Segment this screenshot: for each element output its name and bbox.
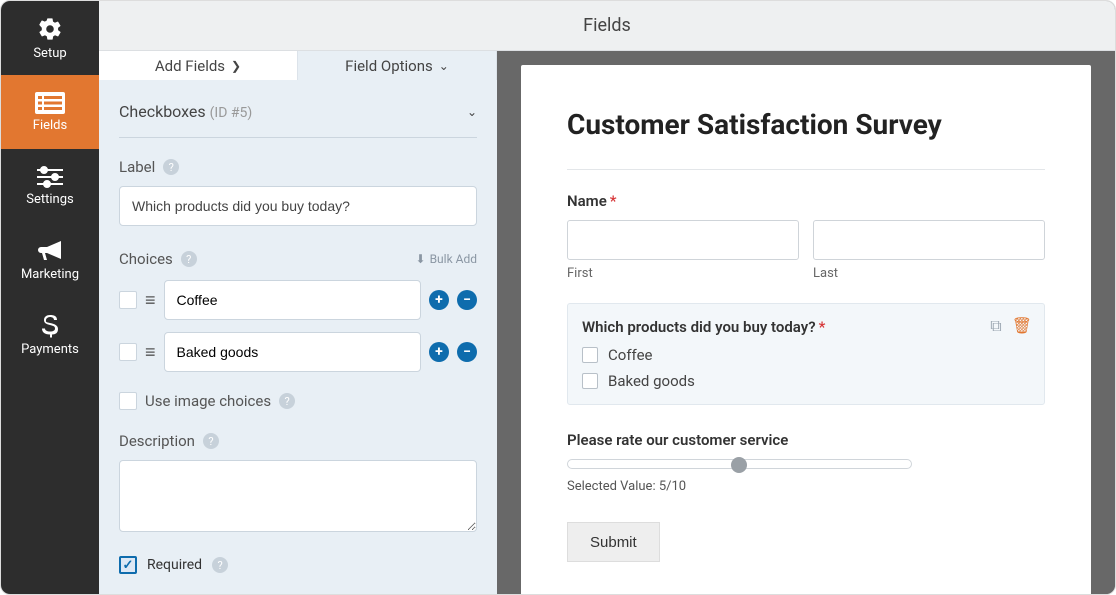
topbar: Fields	[99, 1, 1115, 51]
label-row: Label ?	[119, 158, 477, 176]
sidebar-item-setup[interactable]: Setup	[1, 1, 99, 75]
slider-label: Please rate our customer service	[567, 431, 1045, 449]
list-icon	[35, 92, 65, 114]
label-input[interactable]	[119, 186, 477, 226]
field-options-panel: Add Fields ❯ Field Options ⌄ Checkboxes …	[99, 51, 497, 594]
app-root: Setup Fields Settings Marketing Payments	[0, 0, 1116, 595]
help-icon[interactable]: ?	[163, 159, 179, 175]
option-label: Baked goods	[608, 372, 695, 390]
gear-icon	[37, 16, 63, 42]
name-label: Name*	[567, 192, 1045, 210]
help-icon[interactable]: ?	[181, 251, 197, 267]
add-choice-button[interactable]: +	[429, 290, 449, 310]
remove-choice-button[interactable]: −	[457, 290, 477, 310]
active-field-block[interactable]: ⧉ 🗑 Which products did you buy today?* C…	[567, 303, 1045, 405]
slider-track[interactable]	[567, 459, 912, 469]
last-name-input[interactable]	[813, 220, 1045, 260]
bulk-add-button[interactable]: ⬇ Bulk Add	[416, 252, 478, 266]
checkbox-icon[interactable]	[582, 347, 598, 363]
label-caption: Label	[119, 158, 155, 176]
divider	[119, 137, 477, 138]
choice-default-checkbox[interactable]	[119, 291, 137, 309]
choices-caption: Choices	[119, 250, 173, 268]
checkbox-option[interactable]: Coffee	[582, 346, 1030, 364]
slider-value-text: Selected Value: 5/10	[567, 479, 1045, 494]
tab-field-options[interactable]: Field Options ⌄	[298, 51, 497, 80]
choice-row: ≡ + −	[119, 280, 477, 320]
bulk-add-label: Bulk Add	[430, 252, 477, 266]
sidebar-label: Settings	[26, 192, 73, 207]
sidebar-label: Fields	[33, 118, 67, 133]
first-name-input[interactable]	[567, 220, 799, 260]
field-id: (ID #5)	[210, 105, 253, 121]
choice-row: ≡ + −	[119, 332, 477, 372]
drag-handle-icon[interactable]: ≡	[145, 342, 156, 363]
choices-header: Choices ? ⬇ Bulk Add	[119, 250, 477, 268]
bullhorn-icon	[36, 239, 64, 263]
trash-icon[interactable]: 🗑	[1012, 316, 1032, 336]
required-star: *	[819, 318, 826, 336]
sidebar-label: Payments	[21, 342, 79, 357]
tab-label: Add Fields	[155, 57, 225, 75]
form-title: Customer Satisfaction Survey	[567, 109, 1045, 141]
description-caption: Description	[119, 432, 195, 450]
required-star: *	[610, 192, 617, 210]
image-choices-checkbox[interactable]	[119, 392, 137, 410]
choice-default-checkbox[interactable]	[119, 343, 137, 361]
preview-area: Customer Satisfaction Survey Name* First…	[497, 51, 1115, 594]
checkbox-icon[interactable]	[582, 373, 598, 389]
columns: Add Fields ❯ Field Options ⌄ Checkboxes …	[99, 51, 1115, 594]
required-label: Required	[147, 557, 202, 573]
option-label: Coffee	[608, 346, 652, 364]
last-sublabel: Last	[813, 266, 1045, 281]
drag-handle-icon[interactable]: ≡	[145, 290, 156, 311]
form-preview: Customer Satisfaction Survey Name* First…	[521, 65, 1091, 594]
download-icon: ⬇	[416, 252, 426, 266]
sidebar-label: Setup	[33, 46, 66, 61]
name-fields: First Last	[567, 220, 1045, 281]
tab-label: Field Options	[345, 57, 433, 75]
dollar-icon	[42, 312, 58, 338]
required-checkbox[interactable]	[119, 556, 137, 574]
slider-field: Please rate our customer service Selecte…	[567, 431, 1045, 494]
question-label: Which products did you buy today?*	[582, 318, 1030, 336]
sidebar-item-marketing[interactable]: Marketing	[1, 223, 99, 297]
sliders-icon	[37, 166, 63, 188]
page-title: Fields	[583, 15, 631, 36]
divider	[567, 169, 1045, 170]
field-actions: ⧉ 🗑	[990, 316, 1032, 336]
main-sidebar: Setup Fields Settings Marketing Payments	[1, 1, 99, 594]
main-area: Fields Add Fields ❯ Field Options ⌄	[99, 1, 1115, 594]
duplicate-icon[interactable]: ⧉	[990, 316, 1001, 336]
image-choices-row: Use image choices ?	[119, 392, 477, 410]
required-row: Required ?	[119, 556, 477, 574]
tab-add-fields[interactable]: Add Fields ❯	[99, 51, 298, 80]
chevron-down-icon: ⌄	[467, 105, 477, 119]
chevron-down-icon: ⌄	[439, 59, 449, 73]
slider-thumb[interactable]	[731, 457, 747, 473]
help-icon[interactable]: ?	[279, 393, 295, 409]
remove-choice-button[interactable]: −	[457, 342, 477, 362]
description-textarea[interactable]	[119, 460, 477, 532]
sidebar-item-fields[interactable]: Fields	[1, 75, 99, 149]
submit-button[interactable]: Submit	[567, 522, 660, 562]
choice-input[interactable]	[164, 280, 421, 320]
description-row: Description ?	[119, 432, 477, 450]
image-choices-label: Use image choices	[145, 392, 271, 410]
help-icon[interactable]: ?	[212, 557, 228, 573]
help-icon[interactable]: ?	[203, 433, 219, 449]
sidebar-label: Marketing	[21, 267, 79, 282]
field-header[interactable]: Checkboxes (ID #5) ⌄	[119, 102, 477, 129]
checkbox-option[interactable]: Baked goods	[582, 372, 1030, 390]
first-sublabel: First	[567, 266, 799, 281]
field-type: Checkboxes	[119, 102, 206, 121]
sidebar-item-settings[interactable]: Settings	[1, 149, 99, 223]
add-choice-button[interactable]: +	[429, 342, 449, 362]
panel-tabs: Add Fields ❯ Field Options ⌄	[99, 51, 497, 80]
chevron-right-icon: ❯	[231, 59, 241, 73]
sidebar-item-payments[interactable]: Payments	[1, 297, 99, 371]
panel-body: Checkboxes (ID #5) ⌄ Label ? Choices	[99, 80, 497, 594]
choice-input[interactable]	[164, 332, 421, 372]
